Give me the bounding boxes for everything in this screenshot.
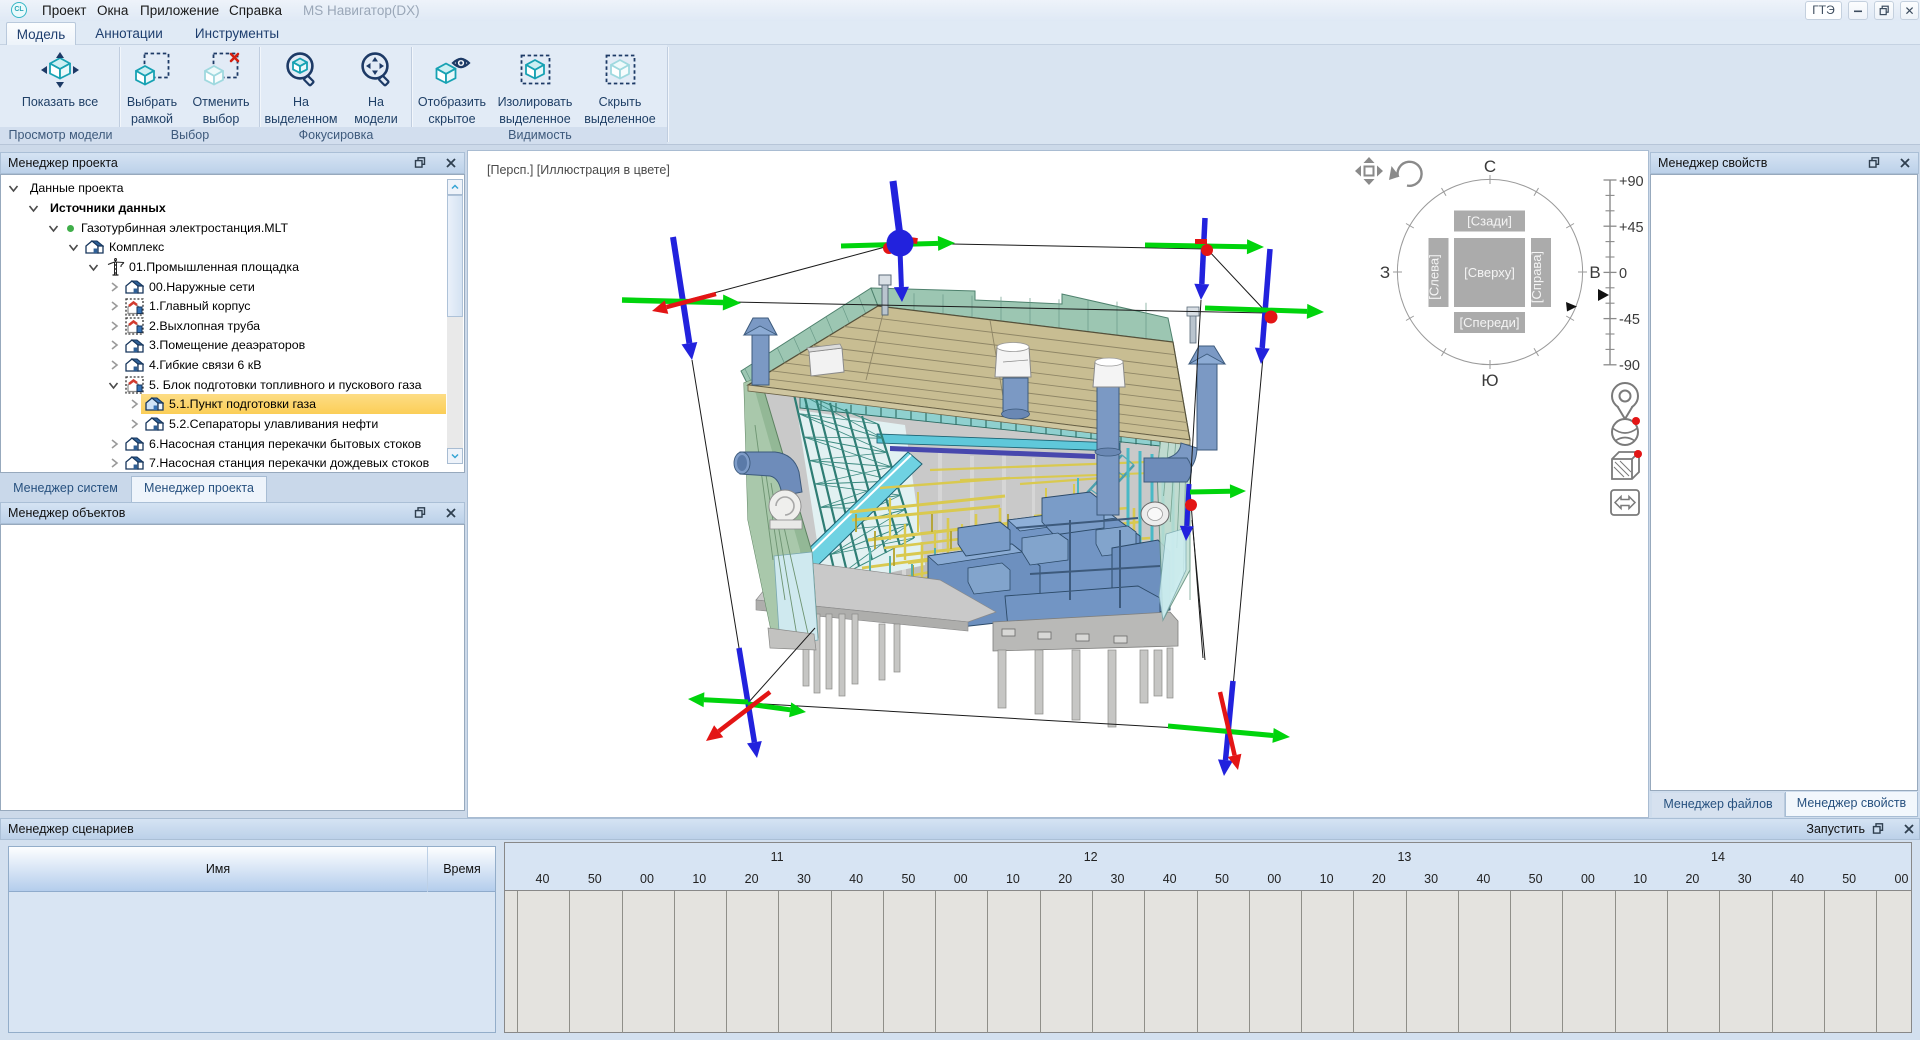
svg-text:0: 0 — [1619, 266, 1627, 282]
svg-text:+90: +90 — [1619, 174, 1644, 190]
svg-text:-45: -45 — [1619, 312, 1640, 328]
svg-text:З: З — [1380, 263, 1390, 282]
svg-text:С: С — [1484, 157, 1496, 176]
svg-text:+45: +45 — [1619, 220, 1644, 236]
svg-text:В: В — [1589, 263, 1600, 282]
svg-text:[Слева]: [Слева] — [1427, 254, 1442, 299]
svg-text:[Сзади]: [Сзади] — [1467, 214, 1512, 229]
svg-text:Ю: Ю — [1481, 371, 1498, 390]
svg-text:[Спереди]: [Спереди] — [1460, 315, 1520, 330]
svg-text:[Сверху]: [Сверху] — [1464, 265, 1515, 280]
svg-text:[Справа]: [Справа] — [1529, 251, 1544, 303]
svg-text:-90: -90 — [1619, 358, 1640, 374]
